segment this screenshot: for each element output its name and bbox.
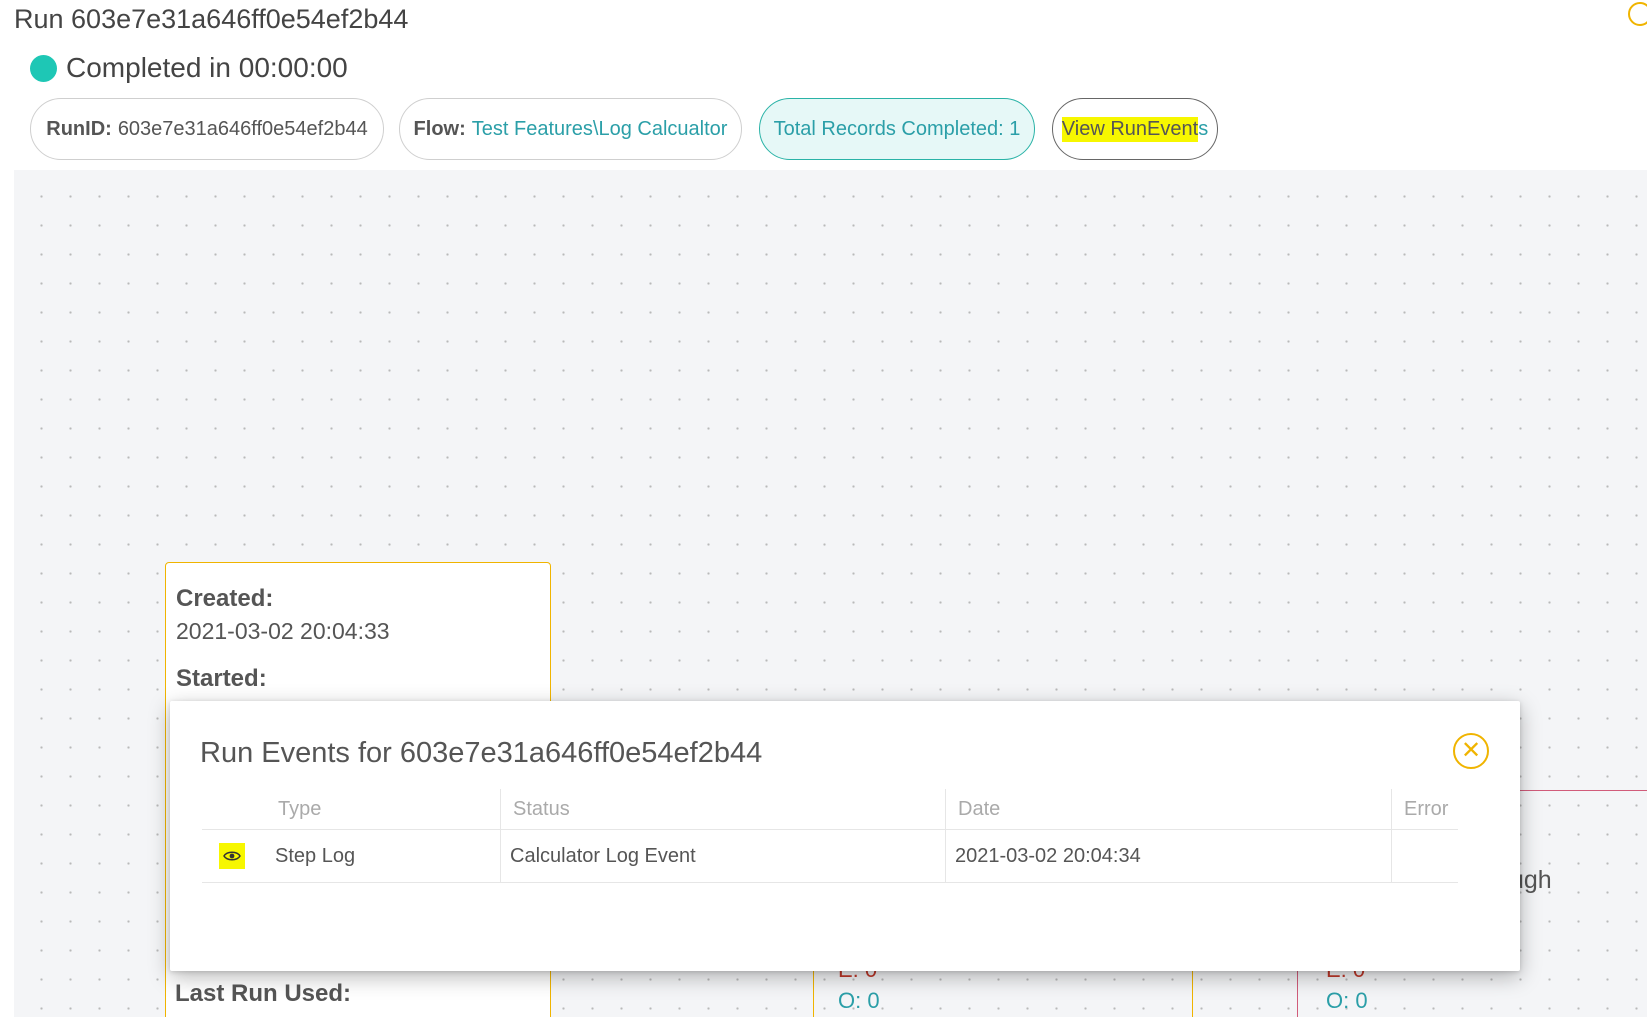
output-count: O: 0: [838, 988, 880, 1013]
view-run-events-label-suffix: s: [1198, 117, 1209, 140]
table-header-row: Type Status Date Error: [202, 789, 1458, 830]
alert-icon[interactable]: [1628, 2, 1647, 26]
status-cell: Calculator Log Event: [500, 829, 946, 883]
view-cell: [202, 829, 266, 883]
table-row[interactable]: Step Log Calculator Log Event 2021-03-02…: [202, 829, 1458, 883]
status-text: Completed in 00:00:00: [66, 52, 348, 83]
runid-value: 603e7e31a646ff0e54ef2b44: [117, 117, 368, 140]
flow-pill: Flow: Test Features\Log Calcualtor: [399, 98, 742, 160]
status-dot-icon: [30, 54, 57, 82]
last-run-label: Last Run Used:: [175, 980, 352, 1007]
column-header-date[interactable]: Date: [945, 789, 1392, 830]
modal-title: Run Events for 603e7e31a646ff0e54ef2b44: [200, 737, 763, 769]
type-cell: Step Log: [266, 829, 501, 883]
created-label: Created:: [176, 585, 274, 612]
runid-pill: RunID: 603e7e31a646ff0e54ef2b44: [30, 98, 384, 160]
runid-label: RunID:: [46, 117, 112, 140]
date-cell: 2021-03-02 20:04:34: [945, 829, 1392, 883]
run-details-page: Run 603e7e31a646ff0e54ef2b44 Completed i…: [0, 0, 1647, 1017]
started-label: Started:: [176, 665, 267, 692]
error-cell: [1391, 829, 1458, 883]
run-events-table: Type Status Date Error Step Log Calculat…: [202, 789, 1458, 883]
total-records-text: Total Records Completed: 1: [773, 117, 1021, 140]
page-title: Run 603e7e31a646ff0e54ef2b44: [14, 4, 409, 34]
view-run-events-label: View RunEvent: [1061, 116, 1199, 142]
column-header-view: [202, 789, 266, 830]
flow-link[interactable]: Test Features\Log Calcualtor: [472, 118, 728, 141]
view-run-events-button[interactable]: View RunEvent s: [1052, 98, 1218, 160]
total-records-pill: Total Records Completed: 1: [759, 98, 1035, 160]
output-count: O: 0: [1326, 988, 1368, 1013]
created-value: 2021-03-02 20:04:33: [176, 618, 390, 644]
column-header-status[interactable]: Status: [500, 789, 946, 830]
flow-label: Flow:: [413, 117, 466, 140]
run-status: Completed in 00:00:00: [30, 52, 348, 84]
close-icon[interactable]: ✕: [1453, 733, 1489, 769]
run-events-modal: Run Events for 603e7e31a646ff0e54ef2b44 …: [170, 701, 1520, 971]
column-header-error[interactable]: Error: [1391, 789, 1458, 830]
column-header-type[interactable]: Type: [266, 789, 501, 830]
eye-icon[interactable]: [219, 843, 245, 869]
